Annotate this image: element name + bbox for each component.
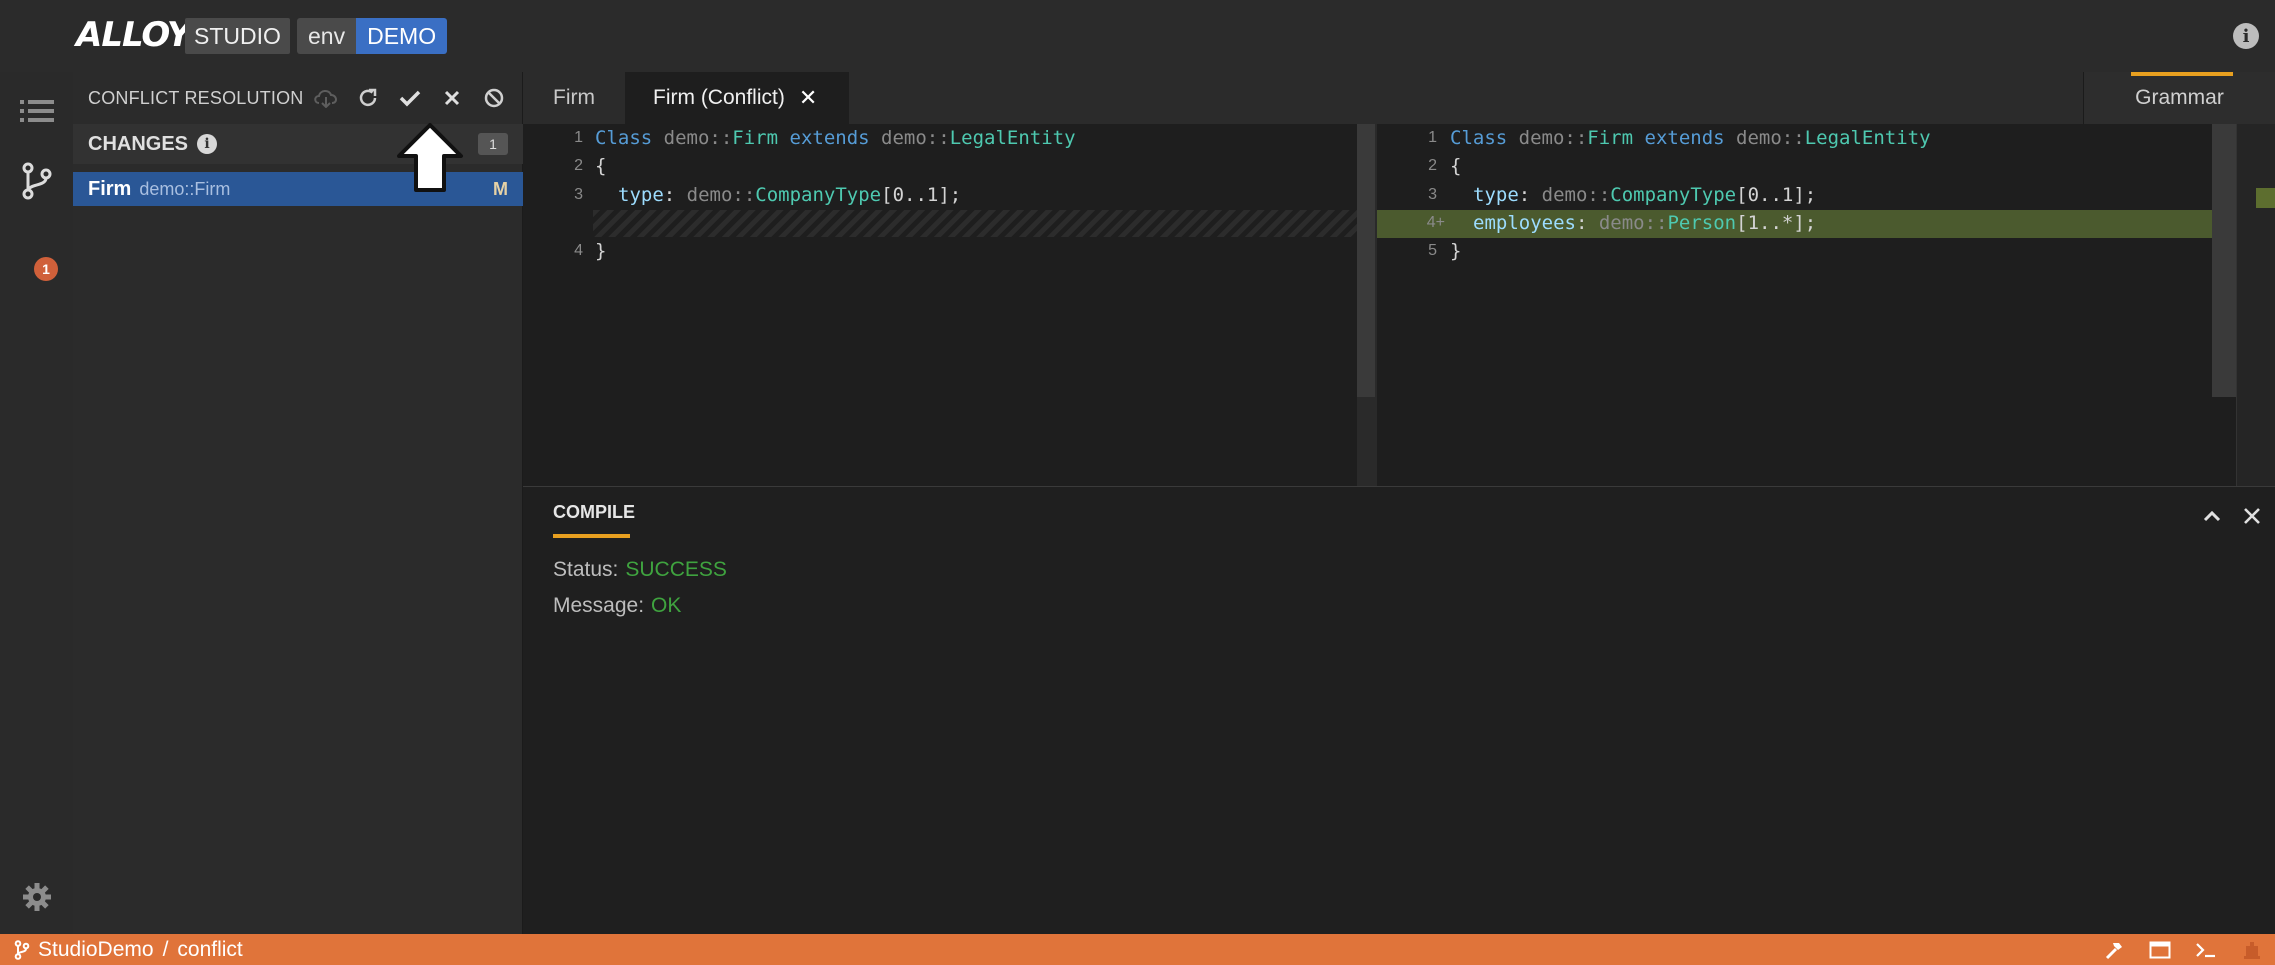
tab-firm-conflict[interactable]: Firm (Conflict) ✕ — [625, 72, 849, 124]
activity-bar: 1 — [0, 72, 73, 934]
changes-badge: 1 — [34, 257, 58, 281]
scrollbar-thumb[interactable] — [2212, 124, 2236, 397]
message-label: Message: — [553, 594, 645, 617]
refresh-icon[interactable] — [347, 83, 389, 113]
compile-panel: COMPILE Status: SUCCESS Message: OK — [523, 486, 2275, 934]
tab-firm[interactable]: Firm — [523, 72, 625, 124]
editor-right[interactable] — [1377, 124, 2236, 486]
status-bar: StudioDemo / conflict — [0, 934, 2275, 965]
code-line: } — [1450, 240, 1462, 262]
tab-grammar[interactable]: Grammar — [2083, 72, 2275, 124]
line-number: 1 — [1428, 129, 1437, 146]
alloy-logo[interactable]: ALLOY — [76, 15, 191, 55]
panel-toolbar — [305, 83, 515, 113]
message-row: Message: OK — [553, 594, 681, 618]
gear-icon[interactable] — [18, 878, 56, 916]
line-number: 3 — [574, 186, 583, 203]
code-line: type: demo::CompanyType[0..1]; — [618, 184, 962, 206]
close-icon[interactable] — [431, 83, 473, 113]
diff-placeholder — [593, 210, 1357, 237]
list-icon[interactable] — [18, 92, 56, 130]
line-number: 4+ — [1426, 214, 1445, 231]
studio-badge: STUDIO — [185, 18, 290, 54]
code-line: Class demo::Firm extends demo::LegalEnti… — [595, 127, 1076, 149]
tab-underline — [553, 534, 630, 538]
change-path: demo::Firm — [139, 178, 231, 199]
workspace-info[interactable]: StudioDemo / conflict — [14, 938, 243, 962]
code-line-added: employees: demo::Person[1..*]; — [1473, 212, 1817, 234]
window-icon[interactable] — [2137, 934, 2183, 965]
git-branch-icon — [14, 939, 30, 960]
grammar-label: Grammar — [2135, 86, 2224, 109]
tab-label: Firm — [553, 86, 595, 109]
info-icon[interactable]: i — [197, 134, 218, 154]
robot-icon[interactable] — [2229, 934, 2275, 965]
environment-badge: env DEMO — [297, 18, 448, 54]
hammer-icon[interactable] — [2091, 934, 2137, 965]
panel-header: CONFLICT RESOLUTION — [73, 72, 523, 124]
status-value: SUCCESS — [625, 558, 727, 581]
line-number: 2 — [1428, 157, 1437, 174]
code-line: { — [1450, 155, 1462, 177]
close-icon[interactable]: ✕ — [799, 85, 817, 111]
tab-compile[interactable]: COMPILE — [553, 502, 635, 523]
info-circle-icon[interactable]: i — [2233, 23, 2259, 49]
panel-title: CONFLICT RESOLUTION — [88, 87, 304, 108]
changes-count: 1 — [478, 133, 508, 155]
git-branch-icon[interactable] — [18, 162, 56, 200]
line-number: 5 — [1428, 242, 1437, 259]
block-icon[interactable] — [473, 83, 515, 113]
status-actions — [2091, 934, 2275, 965]
code-line: { — [595, 155, 607, 177]
code-line: } — [595, 240, 607, 262]
check-icon[interactable] — [389, 83, 431, 113]
branch-name[interactable]: conflict — [177, 938, 242, 962]
scrollbar-thumb[interactable] — [1357, 124, 1375, 397]
project-name[interactable]: StudioDemo — [38, 938, 154, 962]
change-type-badge: M — [493, 178, 508, 199]
editor-left[interactable] — [523, 124, 1357, 486]
line-number: 3 — [1428, 186, 1437, 203]
cloud-download-icon[interactable] — [305, 83, 347, 113]
arrow-up-icon — [397, 123, 463, 192]
changes-title: CHANGES — [88, 132, 189, 155]
message-value: OK — [651, 594, 682, 617]
minimap[interactable] — [2236, 124, 2275, 486]
chevron-up-icon[interactable] — [2197, 501, 2227, 531]
line-number: 2 — [574, 157, 583, 174]
env-label: env — [297, 18, 357, 54]
conflict-resolution-panel: CONFLICT RESOLUTION CHANGES i 1 Firm dem… — [73, 72, 523, 934]
tab-label: Firm (Conflict) — [653, 86, 785, 109]
path-separator: / — [162, 937, 169, 961]
change-name: Firm — [88, 177, 132, 200]
code-line: Class demo::Firm extends demo::LegalEnti… — [1450, 127, 1931, 149]
close-icon[interactable] — [2237, 501, 2267, 531]
minimap-change-marker — [2256, 188, 2275, 208]
terminal-icon[interactable] — [2183, 934, 2229, 965]
status-label: Status: — [553, 558, 619, 581]
line-number: 4 — [574, 242, 583, 259]
editor-tab-bar: Firm Firm (Conflict) ✕ Grammar — [523, 72, 2275, 124]
line-number: 1 — [574, 129, 583, 146]
env-value: DEMO — [356, 18, 448, 54]
status-row: Status: SUCCESS — [553, 558, 727, 582]
app-header: ALLOY STUDIO env DEMO i — [0, 0, 2275, 72]
code-line: type: demo::CompanyType[0..1]; — [1473, 184, 1817, 206]
